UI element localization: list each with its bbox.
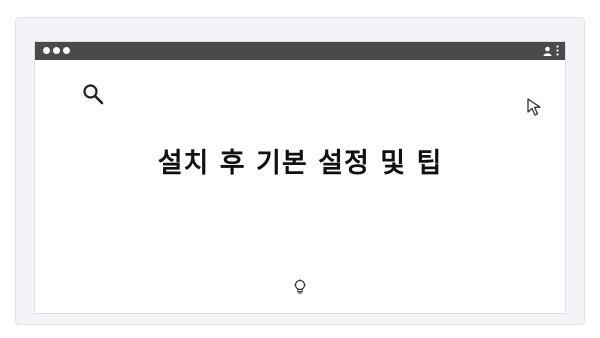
lightbulb-icon: [293, 279, 307, 299]
minimize-dot[interactable]: [53, 47, 60, 54]
window-titlebar: [35, 42, 565, 60]
maximize-dot[interactable]: [63, 47, 70, 54]
page-title: 설치 후 기본 설정 및 팁: [157, 148, 443, 179]
search-icon[interactable]: [82, 83, 104, 109]
kebab-menu-icon[interactable]: [556, 45, 559, 56]
window-controls: [43, 47, 70, 54]
close-dot[interactable]: [43, 47, 50, 54]
cursor-icon: [526, 97, 546, 121]
browser-window: 설치 후 기본 설정 및 팁: [34, 41, 566, 314]
titlebar-actions: [543, 45, 559, 56]
user-icon[interactable]: [543, 46, 552, 56]
